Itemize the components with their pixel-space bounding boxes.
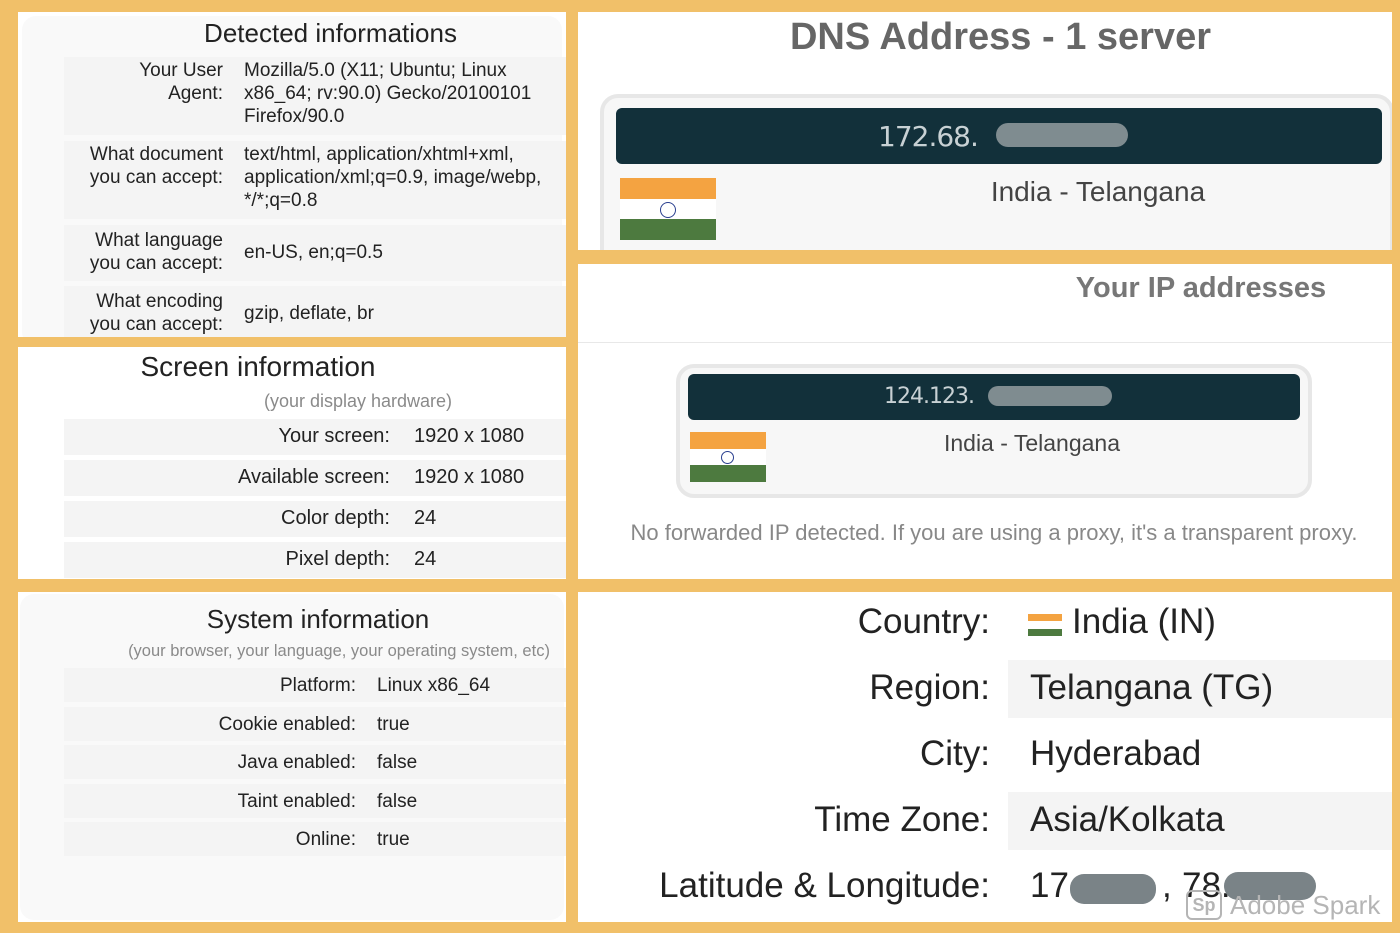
user-agent-value-3: Firefox/90.0 <box>244 106 345 127</box>
accept-document-value-1: text/html, application/xhtml+xml, <box>244 144 514 165</box>
platform-row: Platform: Linux x86_64 <box>64 668 566 702</box>
country-value: India (IN) <box>1072 602 1216 641</box>
screen-info-title: Screen information <box>140 351 376 382</box>
forwarded-ip-note: No forwarded IP detected. If you are usi… <box>630 520 1358 545</box>
system-info-subtitle: (your browser, your language, your opera… <box>128 642 550 660</box>
system-info-title: System information <box>206 604 430 634</box>
adobe-spark-logo-icon: Sp <box>1186 890 1222 920</box>
cookie-enabled-value: true <box>377 714 410 735</box>
java-enabled-row: Java enabled: false <box>64 745 566 779</box>
lat-long-separator: , <box>1162 866 1172 905</box>
user-agent-label-1: Your User <box>139 60 223 81</box>
city-label: City: <box>920 734 990 773</box>
detected-info-panel: Detected informations Your User Agent: M… <box>18 12 566 337</box>
time-zone-row: Time Zone: Asia/Kolkata <box>578 792 1392 850</box>
country-label: Country: <box>857 602 990 641</box>
dns-ip-address: 172.68. <box>616 108 1382 164</box>
system-info-panel: System information (your browser, your l… <box>18 592 566 922</box>
accept-document-value-3: */*;q=0.8 <box>244 190 318 211</box>
online-label: Online: <box>295 829 356 850</box>
available-screen-label: Available screen: <box>238 466 390 488</box>
city-row: City: Hyderabad <box>578 726 1392 784</box>
india-flag-icon <box>620 178 716 240</box>
online-row: Online: true <box>64 822 566 856</box>
accept-document-value-2: application/xml;q=0.9, image/webp, <box>244 167 542 188</box>
user-agent-value-2: x86_64; rv:90.0) Gecko/20100101 <box>244 83 532 104</box>
online-value: true <box>377 829 410 850</box>
platform-value: Linux x86_64 <box>377 675 491 696</box>
public-ip-prefix: 124.123. <box>884 384 975 409</box>
dns-panel: DNS Address - 1 server 172.68. India - T… <box>578 12 1392 250</box>
country-row: Country: India (IN) <box>578 594 1392 652</box>
adobe-spark-text: Adobe Spark <box>1230 890 1381 920</box>
india-flag-icon <box>1028 614 1062 636</box>
your-screen-row: Your screen: 1920 x 1080 <box>64 419 566 455</box>
color-depth-row: Color depth: 24 <box>64 501 566 537</box>
taint-enabled-value: false <box>377 791 418 812</box>
java-enabled-label: Java enabled: <box>237 752 356 773</box>
lat-long-label: Latitude & Longitude: <box>659 866 990 905</box>
taint-enabled-label: Taint enabled: <box>237 791 356 812</box>
screen-info-subtitle: (your display hardware) <box>263 391 453 411</box>
java-enabled-value: false <box>377 752 418 773</box>
color-depth-value: 24 <box>414 507 437 529</box>
color-depth-label: Color depth: <box>281 507 390 529</box>
dns-ip-redacted <box>996 123 1128 147</box>
latitude-redacted <box>1070 874 1156 904</box>
region-value: Telangana (TG) <box>1030 668 1274 707</box>
ip-panel: Your IP addresses 124.123. India - Telan… <box>578 264 1392 579</box>
accept-language-row: What language you can accept: en-US, en;… <box>64 225 566 281</box>
public-ip-address: 124.123. <box>688 374 1300 420</box>
ip-location: India - Telangana <box>943 430 1121 456</box>
dns-title: DNS Address - 1 server <box>789 16 1211 58</box>
accept-encoding-label-2: you can accept: <box>89 314 223 335</box>
user-agent-value-1: Mozilla/5.0 (X11; Ubuntu; Linux <box>244 60 507 81</box>
screen-info-panel: Screen information (your display hardwar… <box>18 347 566 579</box>
accept-document-label-2: you can accept: <box>89 167 223 188</box>
india-flag-icon <box>690 432 766 482</box>
time-zone-label: Time Zone: <box>814 800 990 839</box>
your-screen-label: Your screen: <box>278 425 390 447</box>
platform-label: Platform: <box>279 675 356 696</box>
your-screen-value: 1920 x 1080 <box>414 425 525 447</box>
accept-encoding-label-1: What encoding <box>96 291 223 312</box>
cookie-enabled-label: Cookie enabled: <box>218 714 356 735</box>
dns-ip-prefix: 172.68. <box>878 120 979 153</box>
city-value: Hyderabad <box>1030 734 1202 773</box>
accept-encoding-value: gzip, deflate, br <box>244 303 374 324</box>
pixel-depth-label: Pixel depth: <box>285 548 390 570</box>
accept-language-label-1: What language <box>95 230 223 251</box>
available-screen-row: Available screen: 1920 x 1080 <box>64 460 566 496</box>
time-zone-value: Asia/Kolkata <box>1030 800 1225 839</box>
accept-document-row: What document you can accept: text/html,… <box>64 141 566 219</box>
pixel-depth-value: 24 <box>414 548 437 570</box>
user-agent-label-2: Agent: <box>168 83 223 104</box>
dns-location: India - Telangana <box>990 176 1206 207</box>
region-row: Region: Telangana (TG) <box>578 660 1392 718</box>
pixel-depth-row: Pixel depth: 24 <box>64 542 566 578</box>
accept-document-label-1: What document <box>89 144 223 165</box>
taint-enabled-row: Taint enabled: false <box>64 784 566 818</box>
geo-panel: Country: India (IN) Region: Telangana (T… <box>578 592 1392 922</box>
available-screen-value: 1920 x 1080 <box>414 466 525 488</box>
ip-title: Your IP addresses <box>1075 272 1327 304</box>
adobe-spark-watermark: Sp Adobe Spark <box>1186 888 1392 922</box>
accept-language-value: en-US, en;q=0.5 <box>244 242 383 263</box>
detected-info-title: Detected informations <box>204 18 457 48</box>
accept-encoding-row: What encoding you can accept: gzip, defl… <box>64 286 566 337</box>
public-ip-redacted <box>988 386 1112 406</box>
accept-language-label-2: you can accept: <box>89 253 223 274</box>
cookie-enabled-row: Cookie enabled: true <box>64 707 566 741</box>
region-label: Region: <box>869 668 990 707</box>
user-agent-row: Your User Agent: Mozilla/5.0 (X11; Ubunt… <box>64 57 566 135</box>
